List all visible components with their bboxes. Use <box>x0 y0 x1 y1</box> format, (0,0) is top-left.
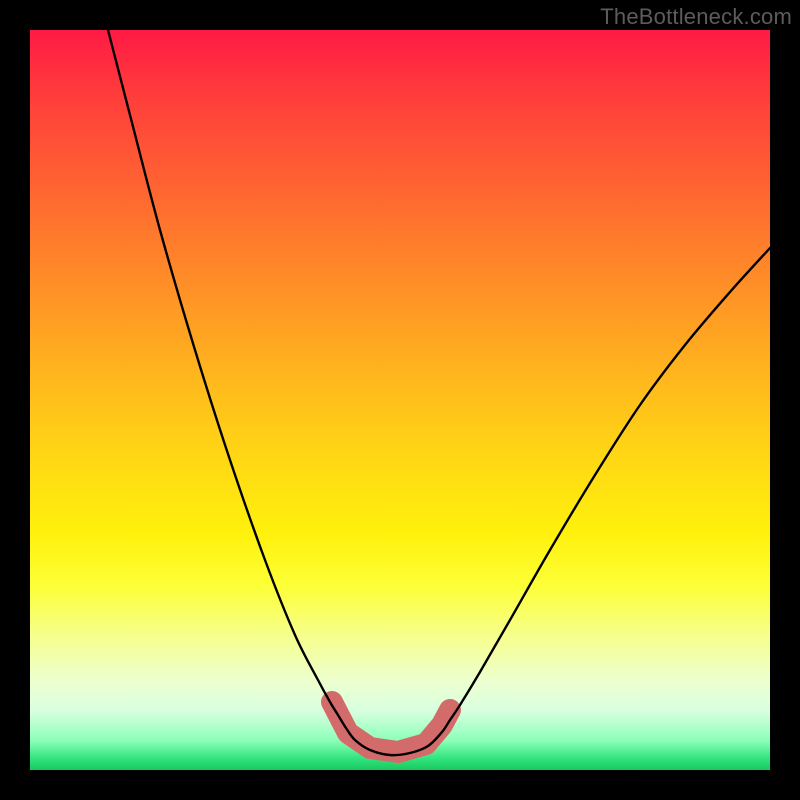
plot-svg <box>30 30 770 770</box>
trough-marker <box>332 702 450 752</box>
bottleneck-curve <box>108 30 770 755</box>
watermark-text: TheBottleneck.com <box>600 4 792 30</box>
plot-area <box>30 30 770 770</box>
chart-frame: TheBottleneck.com <box>0 0 800 800</box>
